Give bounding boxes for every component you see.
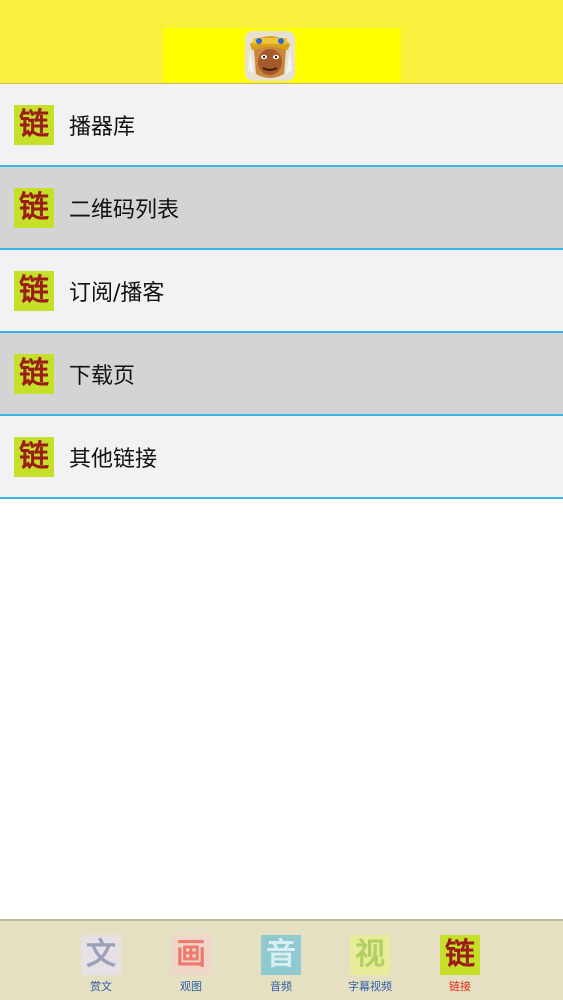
link-icon: 链 <box>14 187 54 228</box>
picture-icon: 画 <box>171 935 211 975</box>
tab-label: 赏文 <box>90 980 112 993</box>
video-icon: 视 <box>350 935 390 975</box>
audio-icon: 音 <box>261 935 301 975</box>
link-icon: 链 <box>14 270 54 311</box>
tab-appreciate-text[interactable]: 文 赏文 <box>66 935 136 994</box>
list-item-label: 播器库 <box>69 114 136 140</box>
link-icon: 链 <box>14 353 54 394</box>
list-item-label: 下载页 <box>69 363 136 389</box>
tab-audio[interactable]: 音 音频 <box>246 935 316 994</box>
tab-label: 字幕视频 <box>348 980 392 993</box>
list-item-label: 订阅/播客 <box>69 280 165 306</box>
text-icon: 文 <box>81 935 121 975</box>
link-icon: 链 <box>440 935 480 975</box>
tab-label: 观图 <box>180 980 202 993</box>
monkey-king-avatar-icon[interactable] <box>244 30 296 82</box>
link-icon: 链 <box>14 104 54 145</box>
list-item-player-library[interactable]: 链 播器库 <box>0 84 563 167</box>
tab-view-images[interactable]: 画 观图 <box>156 935 226 994</box>
link-list: 链 播器库 链 二维码列表 链 订阅/播客 链 下载页 链 其他链接 <box>0 84 563 499</box>
tab-links[interactable]: 链 链接 <box>425 935 495 994</box>
list-item-label: 二维码列表 <box>69 197 180 223</box>
list-item-qr-code-list[interactable]: 链 二维码列表 <box>0 167 563 250</box>
link-icon: 链 <box>14 436 54 477</box>
tab-label: 链接 <box>449 980 471 993</box>
list-item-subscribe-podcast[interactable]: 链 订阅/播客 <box>0 250 563 333</box>
bottom-tab-bar: 文 赏文 画 观图 音 音频 视 字幕视频 链 链接 <box>0 919 563 1000</box>
list-item-download-page[interactable]: 链 下载页 <box>0 333 563 416</box>
tab-subtitle-video[interactable]: 视 字幕视频 <box>335 935 405 994</box>
tab-label: 音频 <box>270 980 292 993</box>
list-item-label: 其他链接 <box>69 446 158 472</box>
list-item-other-links[interactable]: 链 其他链接 <box>0 416 563 499</box>
app-header <box>0 0 563 84</box>
